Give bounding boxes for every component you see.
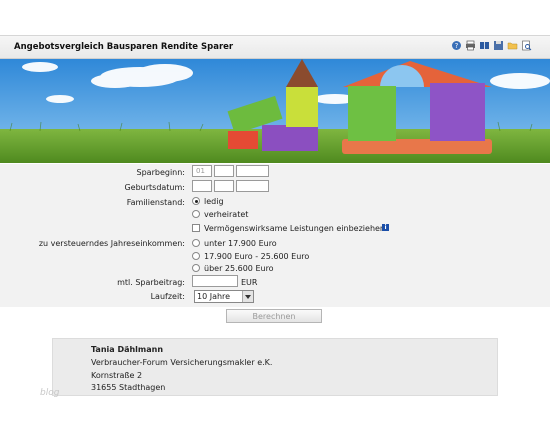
- verheiratet-label: verheiratet: [204, 210, 249, 219]
- sparbeginn-month-input[interactable]: [214, 165, 234, 177]
- sparbeginn-label: Sparbeginn:: [136, 168, 185, 177]
- einkommen-2-label: 17.900 Euro - 25.600 Euro: [204, 252, 310, 261]
- svg-text:?: ?: [455, 42, 459, 50]
- geburtsdatum-month-input[interactable]: [214, 180, 234, 192]
- contact-box: Tania Dählmann Verbraucher-Forum Versich…: [52, 338, 498, 396]
- sparbeginn-year-input[interactable]: [236, 165, 269, 177]
- berechnen-button[interactable]: Berechnen: [226, 309, 322, 323]
- laufzeit-value: 10 Jahre: [197, 292, 231, 301]
- vwl-label: Vermögenswirksame Leistungen einbeziehen: [204, 224, 386, 233]
- geburtsdatum-year-input[interactable]: [236, 180, 269, 192]
- header-bar: Angebotsvergleich Bausparen Rendite Spar…: [0, 36, 550, 59]
- einkommen-3-label: über 25.600 Euro: [204, 264, 274, 273]
- book-icon[interactable]: [479, 40, 490, 51]
- calculator-form: Sparbeginn: 01 Geburtsdatum: Familiensta…: [0, 164, 550, 307]
- ledig-label: ledig: [204, 197, 224, 206]
- einkommen-3-radio[interactable]: [192, 264, 200, 272]
- vwl-checkbox[interactable]: [192, 224, 200, 232]
- contact-company: Verbraucher-Forum Versicherungsmakler e.…: [91, 358, 273, 367]
- einkommen-1-label: unter 17.900 Euro: [204, 239, 277, 248]
- geburtsdatum-day-input[interactable]: [192, 180, 212, 192]
- currency-label: EUR: [241, 278, 258, 287]
- folder-icon[interactable]: [507, 40, 518, 51]
- contact-street: Kornstraße 2: [91, 371, 143, 380]
- chevron-down-icon: [242, 291, 253, 302]
- einkommen-1-radio[interactable]: [192, 239, 200, 247]
- laufzeit-label: Laufzeit:: [150, 292, 185, 301]
- sparbeitrag-label: mtl. Sparbeitrag:: [117, 278, 185, 287]
- familienstand-label: Familienstand:: [126, 198, 185, 207]
- contact-name: Tania Dählmann: [91, 345, 164, 354]
- help-icon[interactable]: ?: [451, 40, 462, 51]
- toolbar: ?: [451, 40, 532, 51]
- einkommen-2-radio[interactable]: [192, 252, 200, 260]
- laufzeit-select[interactable]: 10 Jahre: [194, 290, 254, 303]
- geburtsdatum-label: Geburtsdatum:: [124, 183, 185, 192]
- save-icon[interactable]: [493, 40, 504, 51]
- ledig-radio[interactable]: [192, 197, 200, 205]
- top-blank: [0, 0, 550, 36]
- verheiratet-radio[interactable]: [192, 210, 200, 218]
- contact-city: 31655 Stadthagen: [91, 383, 166, 392]
- print-icon[interactable]: [465, 40, 476, 51]
- header-banner-image: [0, 59, 550, 163]
- einkommen-label: zu versteuerndes Jahreseinkommen:: [38, 239, 185, 248]
- page-title: Angebotsvergleich Bausparen Rendite Spar…: [14, 42, 234, 52]
- preview-icon[interactable]: [521, 40, 532, 51]
- info-icon[interactable]: i: [382, 224, 389, 231]
- sparbeitrag-input[interactable]: [192, 275, 238, 287]
- watermark-logo: blog: [40, 388, 60, 398]
- sparbeginn-day-input[interactable]: 01: [192, 165, 212, 177]
